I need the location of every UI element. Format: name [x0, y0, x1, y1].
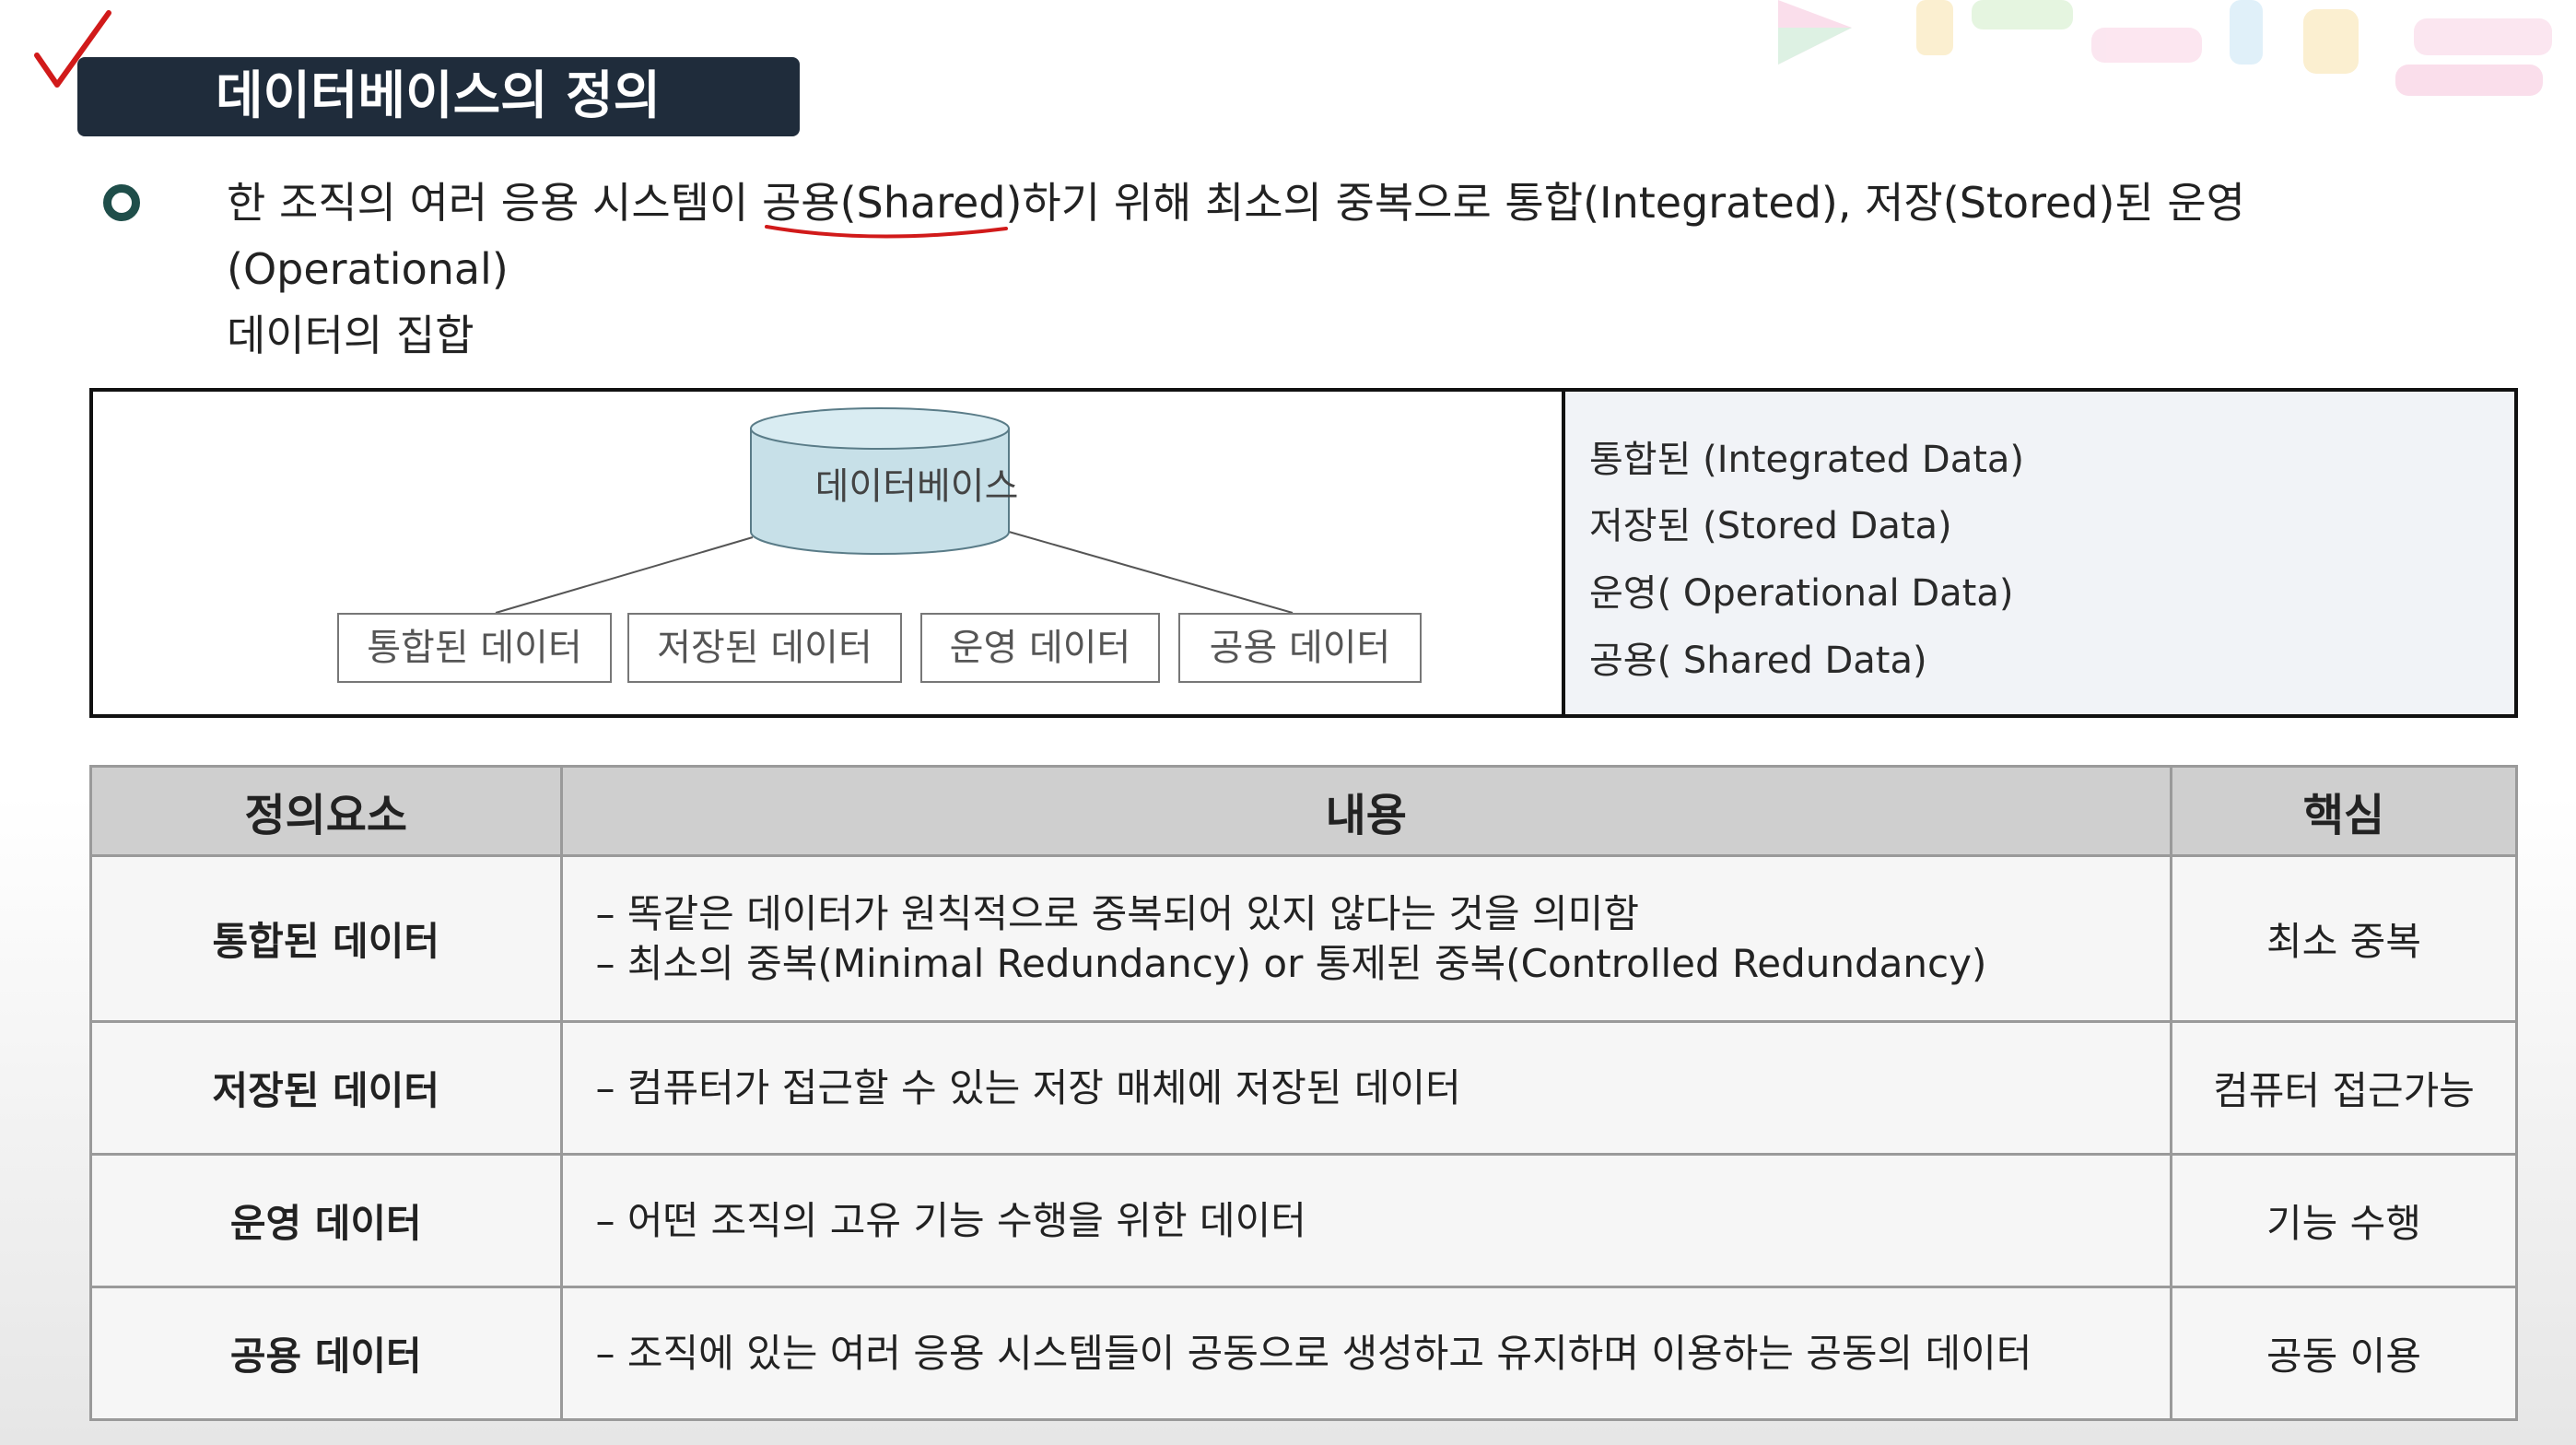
diagram-node-stored: 저장된 데이터: [627, 613, 902, 683]
diagram-legend-panel: 통합된 (Integrated Data) 저장된 (Stored Data) …: [1565, 392, 2514, 714]
content-line: – 어떤 조직의 고유 기능 수행을 위한 데이터: [595, 1197, 1306, 1243]
row-content: – 똑같은 데이터가 원칙적으로 중복되어 있지 않다는 것을 의미함 – 최소…: [559, 854, 2173, 1023]
row-content: – 어떤 조직의 고유 기능 수행을 위한 데이터: [559, 1153, 2173, 1288]
row-core: 최소 중복: [2170, 854, 2518, 1023]
bullet-ring-icon: [103, 184, 140, 221]
row-element: 운영 데이터: [89, 1153, 563, 1288]
legend-item: 저장된 (Stored Data): [1589, 505, 1952, 547]
row-element: 통합된 데이터: [89, 854, 563, 1023]
table-header-row: 정의요소 내용 핵심: [89, 765, 2518, 857]
handwritten-underline: [765, 225, 1008, 239]
diagram-node-shared: 공용 데이터: [1178, 613, 1422, 683]
content-line: – 조직에 있는 여러 응용 시스템들이 공동으로 생성하고 유지하며 이용하는…: [595, 1330, 2032, 1376]
definition-table: 정의요소 내용 핵심 통합된 데이터 – 똑같은 데이터가 원칙적으로 중복되어…: [89, 765, 2518, 1421]
row-element: 저장된 데이터: [89, 1020, 563, 1156]
content-line: – 똑같은 데이터가 원칙적으로 중복되어 있지 않다는 것을 의미함: [595, 890, 1639, 936]
diagram-tree-panel: 데이터베이스 통합된 데이터 저장된 데이터 운영 데이터 공용 데이터: [93, 392, 1565, 714]
database-label: 데이터베이스: [814, 465, 1019, 508]
table-row: 저장된 데이터 – 컴퓨터가 접근할 수 있는 저장 매체에 저장된 데이터 컴…: [89, 1020, 2518, 1156]
table-row: 통합된 데이터 – 똑같은 데이터가 원칙적으로 중복되어 있지 않다는 것을 …: [89, 854, 2518, 1023]
definition-text: 한 조직의 여러 응용 시스템이 공용(Shared)하기 위해 최소의 중복으…: [227, 170, 2493, 369]
page-title: 데이터베이스의 정의: [77, 57, 800, 136]
legend-item: 운영( Operational Data): [1589, 572, 2014, 615]
legend-item: 공용( Shared Data): [1589, 640, 1927, 682]
column-header: 핵심: [2170, 765, 2518, 857]
content-line: – 최소의 중복(Minimal Redundancy) or 통제된 중복(C…: [595, 940, 1987, 986]
definition-line-1: 한 조직의 여러 응용 시스템이 공용(Shared)하기 위해 최소의 중복으…: [227, 178, 2245, 294]
column-header: 정의요소: [89, 765, 563, 857]
table-row: 공용 데이터 – 조직에 있는 여러 응용 시스템들이 공동으로 생성하고 유지…: [89, 1286, 2518, 1421]
row-core: 공동 이용: [2170, 1286, 2518, 1421]
row-core: 기능 수행: [2170, 1153, 2518, 1288]
content-line: – 컴퓨터가 접근할 수 있는 저장 매체에 저장된 데이터: [595, 1064, 1461, 1110]
row-content: – 컴퓨터가 접근할 수 있는 저장 매체에 저장된 데이터: [559, 1020, 2173, 1156]
diagram-node-integrated: 통합된 데이터: [337, 613, 612, 683]
legend-item: 통합된 (Integrated Data): [1589, 439, 2025, 481]
definition-line-2: 데이터의 집합: [227, 311, 474, 360]
diagram-node-operational: 운영 데이터: [920, 613, 1160, 683]
row-element: 공용 데이터: [89, 1286, 563, 1421]
database-diagram: 데이터베이스 통합된 데이터 저장된 데이터 운영 데이터 공용 데이터 통합된…: [89, 388, 2518, 718]
column-header: 내용: [559, 765, 2173, 857]
row-content: – 조직에 있는 여러 응용 시스템들이 공동으로 생성하고 유지하며 이용하는…: [559, 1286, 2173, 1421]
table-row: 운영 데이터 – 어떤 조직의 고유 기능 수행을 위한 데이터 기능 수행: [89, 1153, 2518, 1288]
row-core: 컴퓨터 접근가능: [2170, 1020, 2518, 1156]
brand-logo-watermark: [1778, 0, 2552, 96]
